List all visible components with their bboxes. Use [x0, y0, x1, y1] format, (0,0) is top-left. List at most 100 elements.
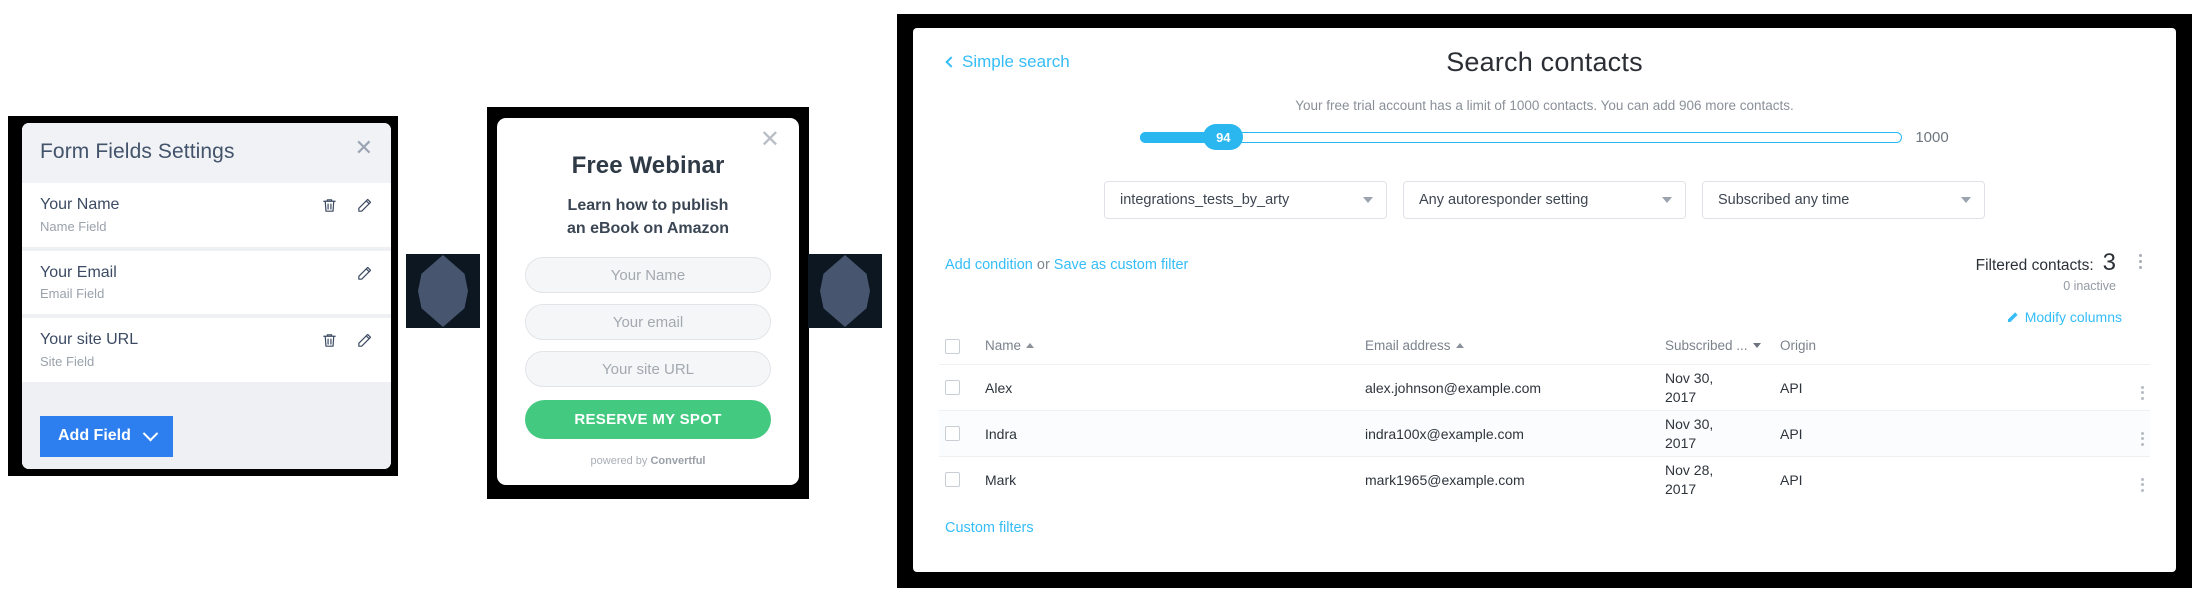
modify-columns-label: Modify columns — [2024, 309, 2122, 325]
condition-and-summary-row: Add condition or Save as custom filter Fil… — [939, 251, 2150, 293]
list-item[interactable]: Your site URL Site Field — [22, 318, 391, 382]
page-title: Search contacts — [1446, 47, 1643, 77]
cell-name: Mark — [985, 471, 1017, 488]
condition-links: Add condition or Save as custom filter — [945, 251, 1188, 273]
or-separator: or — [1036, 257, 1050, 273]
webinar-subtitle-line1: Learn how to publish — [567, 197, 729, 214]
powered-by-brand: Convertful — [650, 455, 706, 468]
filters-row: integrations_tests_by_arty Any autorespo… — [939, 181, 2150, 219]
contacts-summary: Filtered contacts: 3 0 inactive — [1976, 251, 2144, 293]
add-condition-link[interactable]: Add condition — [945, 257, 1033, 273]
field-actions — [321, 194, 373, 214]
close-icon[interactable]: ✕ — [355, 137, 373, 159]
row-checkbox[interactable] — [945, 380, 960, 395]
select-all-checkbox[interactable] — [945, 338, 960, 354]
pencil-icon[interactable] — [356, 332, 373, 349]
back-link-label: Simple search — [962, 52, 1070, 71]
screenshot-stage: Form Fields Settings ✕ Your Name Name Fi… — [0, 0, 2200, 600]
webinar-title: Free Webinar — [571, 152, 725, 179]
column-header-origin[interactable]: Origin — [1780, 337, 2114, 355]
webinar-card: ✕ Free Webinar Learn how to publish an e… — [497, 118, 799, 485]
flow-connector-2 — [808, 254, 882, 328]
cell-subscribed-line1: Nov 30, — [1665, 370, 1714, 387]
close-icon[interactable]: ✕ — [760, 128, 780, 152]
cell-name: Indra — [985, 425, 1017, 442]
form-fields-list: Your Name Name Field Your Email Email Fi… — [22, 183, 391, 407]
chevron-down-icon — [1662, 197, 1672, 203]
cell-email: alex.johnson@example.com — [1365, 379, 1542, 396]
column-header-subscribed-label: Subscribed ... — [1665, 338, 1748, 353]
filter-select-list-value: integrations_tests_by_arty — [1120, 192, 1290, 208]
diamond-icon — [418, 255, 468, 327]
row-more-options-icon[interactable] — [2141, 477, 2144, 492]
cell-subscribed-line2: 2017 — [1665, 388, 1697, 405]
sort-ascending-icon — [1455, 343, 1464, 348]
contacts-topbar: Simple search Search contacts — [939, 46, 2150, 86]
column-header-name-label: Name — [985, 338, 1022, 353]
email-input[interactable]: Your email — [525, 304, 771, 341]
custom-filters-link[interactable]: Custom filters — [939, 520, 2150, 536]
more-options-icon[interactable] — [2139, 254, 2142, 269]
powered-by-label: powered by Convertful — [591, 455, 706, 467]
table-header-row: Name Email address Subscribed ... Origin — [939, 337, 2150, 364]
filter-select-subscribed-time-value: Subscribed any time — [1718, 192, 1850, 208]
row-more-options-icon[interactable] — [2141, 431, 2144, 446]
sort-ascending-icon — [1026, 343, 1035, 348]
cell-origin: API — [1780, 471, 1803, 488]
site-url-input[interactable]: Your site URL — [525, 351, 771, 388]
row-select-cell — [945, 472, 985, 487]
save-as-custom-filter-link[interactable]: Save as custom filter — [1054, 257, 1189, 273]
simple-search-back-link[interactable]: Simple search — [945, 52, 1070, 72]
search-contacts-panel: Simple search Search contacts Your free … — [897, 14, 2192, 588]
trial-notice: Your free trial account has a limit of 1… — [1295, 98, 1794, 113]
slider-max-label: 1000 — [1915, 129, 1949, 146]
search-contacts-card: Simple search Search contacts Your free … — [913, 28, 2176, 572]
field-text-block: Your Name Name Field — [40, 194, 119, 234]
table-row[interactable]: Indra indra100x@example.com Nov 30, 2017… — [939, 410, 2150, 456]
column-header-email[interactable]: Email address — [1365, 337, 1665, 355]
cell-origin: API — [1780, 379, 1803, 396]
pencil-icon[interactable] — [356, 197, 373, 214]
row-actions-cell — [2114, 376, 2144, 400]
chevron-left-icon — [945, 56, 957, 68]
list-item-sublabel: Site Field — [40, 353, 95, 369]
cell-subscribed: Nov 30, 2017 — [1665, 415, 1780, 451]
trash-icon[interactable] — [321, 197, 338, 214]
add-field-button[interactable]: Add Field — [40, 416, 173, 457]
name-input[interactable]: Your Name — [525, 257, 771, 294]
filter-select-list[interactable]: integrations_tests_by_arty — [1104, 181, 1387, 219]
slider-thumb[interactable]: 94 — [1203, 124, 1244, 150]
modify-columns-button[interactable]: Modify columns — [939, 309, 2150, 325]
list-item[interactable]: Your Name Name Field — [22, 183, 391, 247]
free-webinar-popup-panel: ✕ Free Webinar Learn how to publish an e… — [487, 107, 809, 499]
pencil-icon — [2007, 311, 2018, 322]
row-checkbox[interactable] — [945, 426, 960, 441]
chevron-down-icon — [1363, 197, 1373, 203]
list-item[interactable]: Your Email Email Field — [22, 250, 391, 315]
row-select-cell — [945, 380, 985, 395]
filter-select-autoresponder[interactable]: Any autoresponder setting — [1403, 181, 1686, 219]
row-select-cell — [945, 426, 985, 441]
column-header-name[interactable]: Name — [985, 337, 1365, 355]
webinar-subtitle-line2: an eBook on Amazon — [566, 219, 730, 237]
row-actions-cell — [2114, 468, 2144, 492]
row-more-options-icon[interactable] — [2141, 385, 2144, 400]
column-header-subscribed[interactable]: Subscribed ... — [1665, 337, 1780, 355]
powered-by-prefix: powered by — [590, 455, 651, 468]
table-row[interactable]: Mark mark1965@example.com Nov 28, 2017 A… — [939, 456, 2150, 502]
filter-select-subscribed-time[interactable]: Subscribed any time — [1702, 181, 1985, 219]
diamond-icon — [820, 255, 870, 327]
trash-icon[interactable] — [321, 332, 338, 349]
row-checkbox[interactable] — [945, 472, 960, 487]
page-title: Form Fields Settings — [40, 140, 235, 163]
filtered-contacts-line: Filtered contacts: 3 — [1976, 251, 2116, 275]
select-all-cell — [945, 338, 985, 354]
pencil-icon[interactable] — [356, 265, 373, 282]
list-item-label: Your Name — [40, 196, 120, 213]
slider-track[interactable]: 94 — [1139, 124, 1903, 150]
cell-email: indra100x@example.com — [1365, 425, 1524, 442]
reserve-my-spot-button[interactable]: RESERVE MY SPOT — [525, 400, 771, 440]
column-header-origin-label: Origin — [1780, 338, 1817, 353]
table-row[interactable]: Alex alex.johnson@example.com Nov 30, 20… — [939, 364, 2150, 410]
contacts-limit-slider: 94 1000 — [939, 124, 2150, 150]
